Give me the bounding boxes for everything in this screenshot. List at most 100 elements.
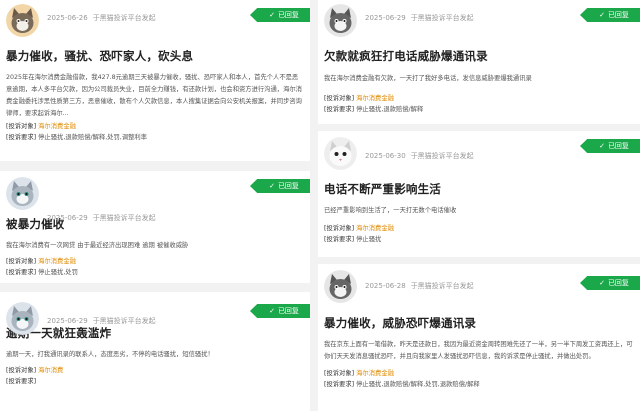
replied-badge: ✓ 已回复 xyxy=(250,179,310,193)
check-icon: ✓ xyxy=(599,142,605,150)
check-icon: ✓ xyxy=(269,11,275,19)
cat-avatar-white-icon[interactable] xyxy=(324,137,357,170)
complaint-date: 2025-06-29 xyxy=(47,214,88,222)
complaint-card[interactable]: 2025-06-29 于黑猫投诉平台发起 ✓ 已回复 欠款就疯狂打电话威胁爆通讯录 … xyxy=(318,0,640,124)
complaint-title[interactable]: 欠款就疯狂打电话威胁爆通讯录 xyxy=(318,48,640,64)
complaint-body: 我在海尔消费有一次网贷 由于最近经济出现困难 逾期 被催收威胁 xyxy=(6,242,189,249)
complaint-title[interactable]: 暴力催收，骚扰、恐吓家人，砍头息 xyxy=(0,48,310,64)
cat-avatar-grey-icon[interactable] xyxy=(6,177,39,210)
badge-label: 已回复 xyxy=(277,11,299,19)
complaint-body: 2025年在海尔消费金融借款，我427.8元逾期三天被暴力催收，骚扰、恐吓家人和… xyxy=(6,74,302,117)
complaint-body: 逾期一天，打我通讯录的联系人，态度恶劣，不停的电话骚扰，短信骚扰！ xyxy=(6,351,214,358)
target-value[interactable]: 海尔消费金融 xyxy=(356,370,394,377)
complaint-feed: 2025-06-26 于黑猫投诉平台发起 ✓ 已回复 暴力催收，骚扰、恐吓家人，砍头… xyxy=(0,0,640,411)
request-row: [投诉要求] xyxy=(0,376,310,387)
source-label: 于黑猫投诉平台发起 xyxy=(410,152,474,160)
badge-label: 已回复 xyxy=(607,11,629,19)
complaint-body: 我在海尔消费金融有欠款，一天打了我好多电话，发信息威胁要爆我通讯录 xyxy=(324,75,532,82)
request-row: [投诉要求] 停止骚扰,退款赔偿/解释,处罚,调整利率 xyxy=(0,132,310,143)
source-label: 于黑猫投诉平台发起 xyxy=(410,282,474,290)
check-icon: ✓ xyxy=(269,307,275,315)
complaint-body: 我在京东上面有一笔借款，昨天是还款日，我因为最近资金周转困难先还了一半，另一半下… xyxy=(324,341,633,360)
target-value[interactable]: 海尔消费金融 xyxy=(38,258,76,265)
check-icon: ✓ xyxy=(599,11,605,19)
replied-badge: ✓ 已回复 xyxy=(580,139,640,153)
target-value[interactable]: 海尔消费金融 xyxy=(356,95,394,102)
card-meta: 2025-06-26 于黑猫投诉平台发起 xyxy=(47,13,156,23)
card-meta: 2025-06-29 于黑猫投诉平台发起 xyxy=(47,213,156,223)
complaint-title[interactable]: 电话不断严重影响生活 xyxy=(318,181,640,197)
cat-avatar-grey-icon[interactable] xyxy=(324,4,357,37)
target-value[interactable]: 海尔消费 xyxy=(38,367,63,374)
card-header: 2025-06-28 于黑猫投诉平台发起 ✓ 已回复 xyxy=(318,264,640,304)
right-column: 2025-06-29 于黑猫投诉平台发起 ✓ 已回复 欠款就疯狂打电话威胁爆通讯录 … xyxy=(318,0,640,411)
request-value: 停止骚扰,退款赔偿/解释,处罚,调整利率 xyxy=(38,134,148,141)
request-row: [投诉要求] 停止骚扰,退款赔偿/解释 xyxy=(318,104,640,115)
target-row: [投诉对象] 海尔消费金融 xyxy=(0,256,310,267)
request-row: [投诉要求] 停止骚扰,退款赔偿/解释,处罚,退款赔偿/解释 xyxy=(318,379,640,390)
badge-label: 已回复 xyxy=(607,142,629,150)
target-value[interactable]: 海尔消费金融 xyxy=(356,225,394,232)
target-key: [投诉对象] xyxy=(6,258,37,265)
complaint-card[interactable]: 2025-06-29 于黑猫投诉平台发起 ✓ 已回复 逾期一天就狂轰滥炸 逾期一天，… xyxy=(0,292,310,411)
target-row: [投诉对象] 海尔消费金融 xyxy=(0,121,310,132)
source-label: 于黑猫投诉平台发起 xyxy=(92,14,156,22)
card-header: 2025-06-29 于黑猫投诉平台发起 ✓ 已回复 xyxy=(0,171,310,222)
target-key: [投诉对象] xyxy=(324,95,355,102)
check-icon: ✓ xyxy=(599,279,605,287)
source-label: 于黑猫投诉平台发起 xyxy=(410,14,474,22)
replied-badge: ✓ 已回复 xyxy=(250,304,310,318)
request-value: 停止骚扰,退款赔偿/解释,处罚,退款赔偿/解释 xyxy=(356,381,480,388)
complaint-title[interactable]: 暴力催收，威胁恐吓爆通讯录 xyxy=(318,315,640,331)
target-key: [投诉对象] xyxy=(324,225,355,232)
complaint-date: 2025-06-28 xyxy=(365,282,406,290)
target-key: [投诉对象] xyxy=(324,370,355,377)
source-label: 于黑猫投诉平台发起 xyxy=(92,214,156,222)
complaint-date: 2025-06-29 xyxy=(365,14,406,22)
request-row: [投诉要求] 停止骚扰 xyxy=(318,234,640,245)
card-meta: 2025-06-28 于黑猫投诉平台发起 xyxy=(365,281,474,291)
source-label: 于黑猫投诉平台发起 xyxy=(92,317,156,325)
badge-label: 已回复 xyxy=(277,307,299,315)
cat-avatar-brown-icon[interactable] xyxy=(6,4,39,37)
complaint-card[interactable]: 2025-06-28 于黑猫投诉平台发起 ✓ 已回复 暴力催收，威胁恐吓爆通讯录 我… xyxy=(318,264,640,411)
complaint-date: 2025-06-30 xyxy=(365,152,406,160)
card-header: 2025-06-29 于黑猫投诉平台发起 ✓ 已回复 xyxy=(318,0,640,48)
target-row: [投诉对象] 海尔消费金融 xyxy=(318,368,640,379)
cat-avatar-grey-icon[interactable] xyxy=(324,270,357,303)
left-column: 2025-06-26 于黑猫投诉平台发起 ✓ 已回复 暴力催收，骚扰、恐吓家人，砍头… xyxy=(0,0,310,411)
card-header: 2025-06-29 于黑猫投诉平台发起 ✓ 已回复 xyxy=(0,292,310,335)
card-meta: 2025-06-29 于黑猫投诉平台发起 xyxy=(365,13,474,23)
complaint-card[interactable]: 2025-06-29 于黑猫投诉平台发起 ✓ 已回复 被暴力催收 我在海尔消费有一次… xyxy=(0,171,310,283)
replied-badge: ✓ 已回复 xyxy=(580,8,640,22)
badge-label: 已回复 xyxy=(607,279,629,287)
complaint-body: 已经严重影响到生活了，一天打无数个电话催收 xyxy=(324,207,457,214)
target-key: [投诉对象] xyxy=(6,123,37,130)
replied-badge: ✓ 已回复 xyxy=(580,276,640,290)
request-key: [投诉要求] xyxy=(6,378,37,385)
complaint-date: 2025-06-26 xyxy=(47,14,88,22)
complaint-card[interactable]: 2025-06-26 于黑猫投诉平台发起 ✓ 已回复 暴力催收，骚扰、恐吓家人，砍头… xyxy=(0,0,310,161)
target-value[interactable]: 海尔消费金融 xyxy=(38,123,76,130)
card-header: 2025-06-26 于黑猫投诉平台发起 ✓ 已回复 xyxy=(0,0,310,48)
request-value: 停止骚扰,处罚 xyxy=(38,269,78,276)
request-value: 停止骚扰,退款赔偿/解释 xyxy=(356,106,424,113)
request-key: [投诉要求] xyxy=(324,236,355,243)
request-key: [投诉要求] xyxy=(6,134,37,141)
request-key: [投诉要求] xyxy=(324,381,355,388)
request-row: [投诉要求] 停止骚扰,处罚 xyxy=(0,267,310,278)
check-icon: ✓ xyxy=(269,182,275,190)
target-row: [投诉对象] 海尔消费金融 xyxy=(318,223,640,234)
card-header: 2025-06-30 于黑猫投诉平台发起 ✓ 已回复 xyxy=(318,131,640,179)
target-row: [投诉对象] 海尔消费金融 xyxy=(318,93,640,104)
complaint-card[interactable]: 2025-06-30 于黑猫投诉平台发起 ✓ 已回复 电话不断严重影响生活 已经严重… xyxy=(318,131,640,257)
card-meta: 2025-06-30 于黑猫投诉平台发起 xyxy=(365,151,474,161)
target-key: [投诉对象] xyxy=(6,367,37,374)
cat-avatar-grey-icon[interactable] xyxy=(6,302,39,335)
replied-badge: ✓ 已回复 xyxy=(250,8,310,22)
request-value: 停止骚扰 xyxy=(356,236,382,243)
request-key: [投诉要求] xyxy=(324,106,355,113)
complaint-date: 2025-06-29 xyxy=(47,317,88,325)
request-key: [投诉要求] xyxy=(6,269,37,276)
card-meta: 2025-06-29 于黑猫投诉平台发起 xyxy=(47,316,156,326)
